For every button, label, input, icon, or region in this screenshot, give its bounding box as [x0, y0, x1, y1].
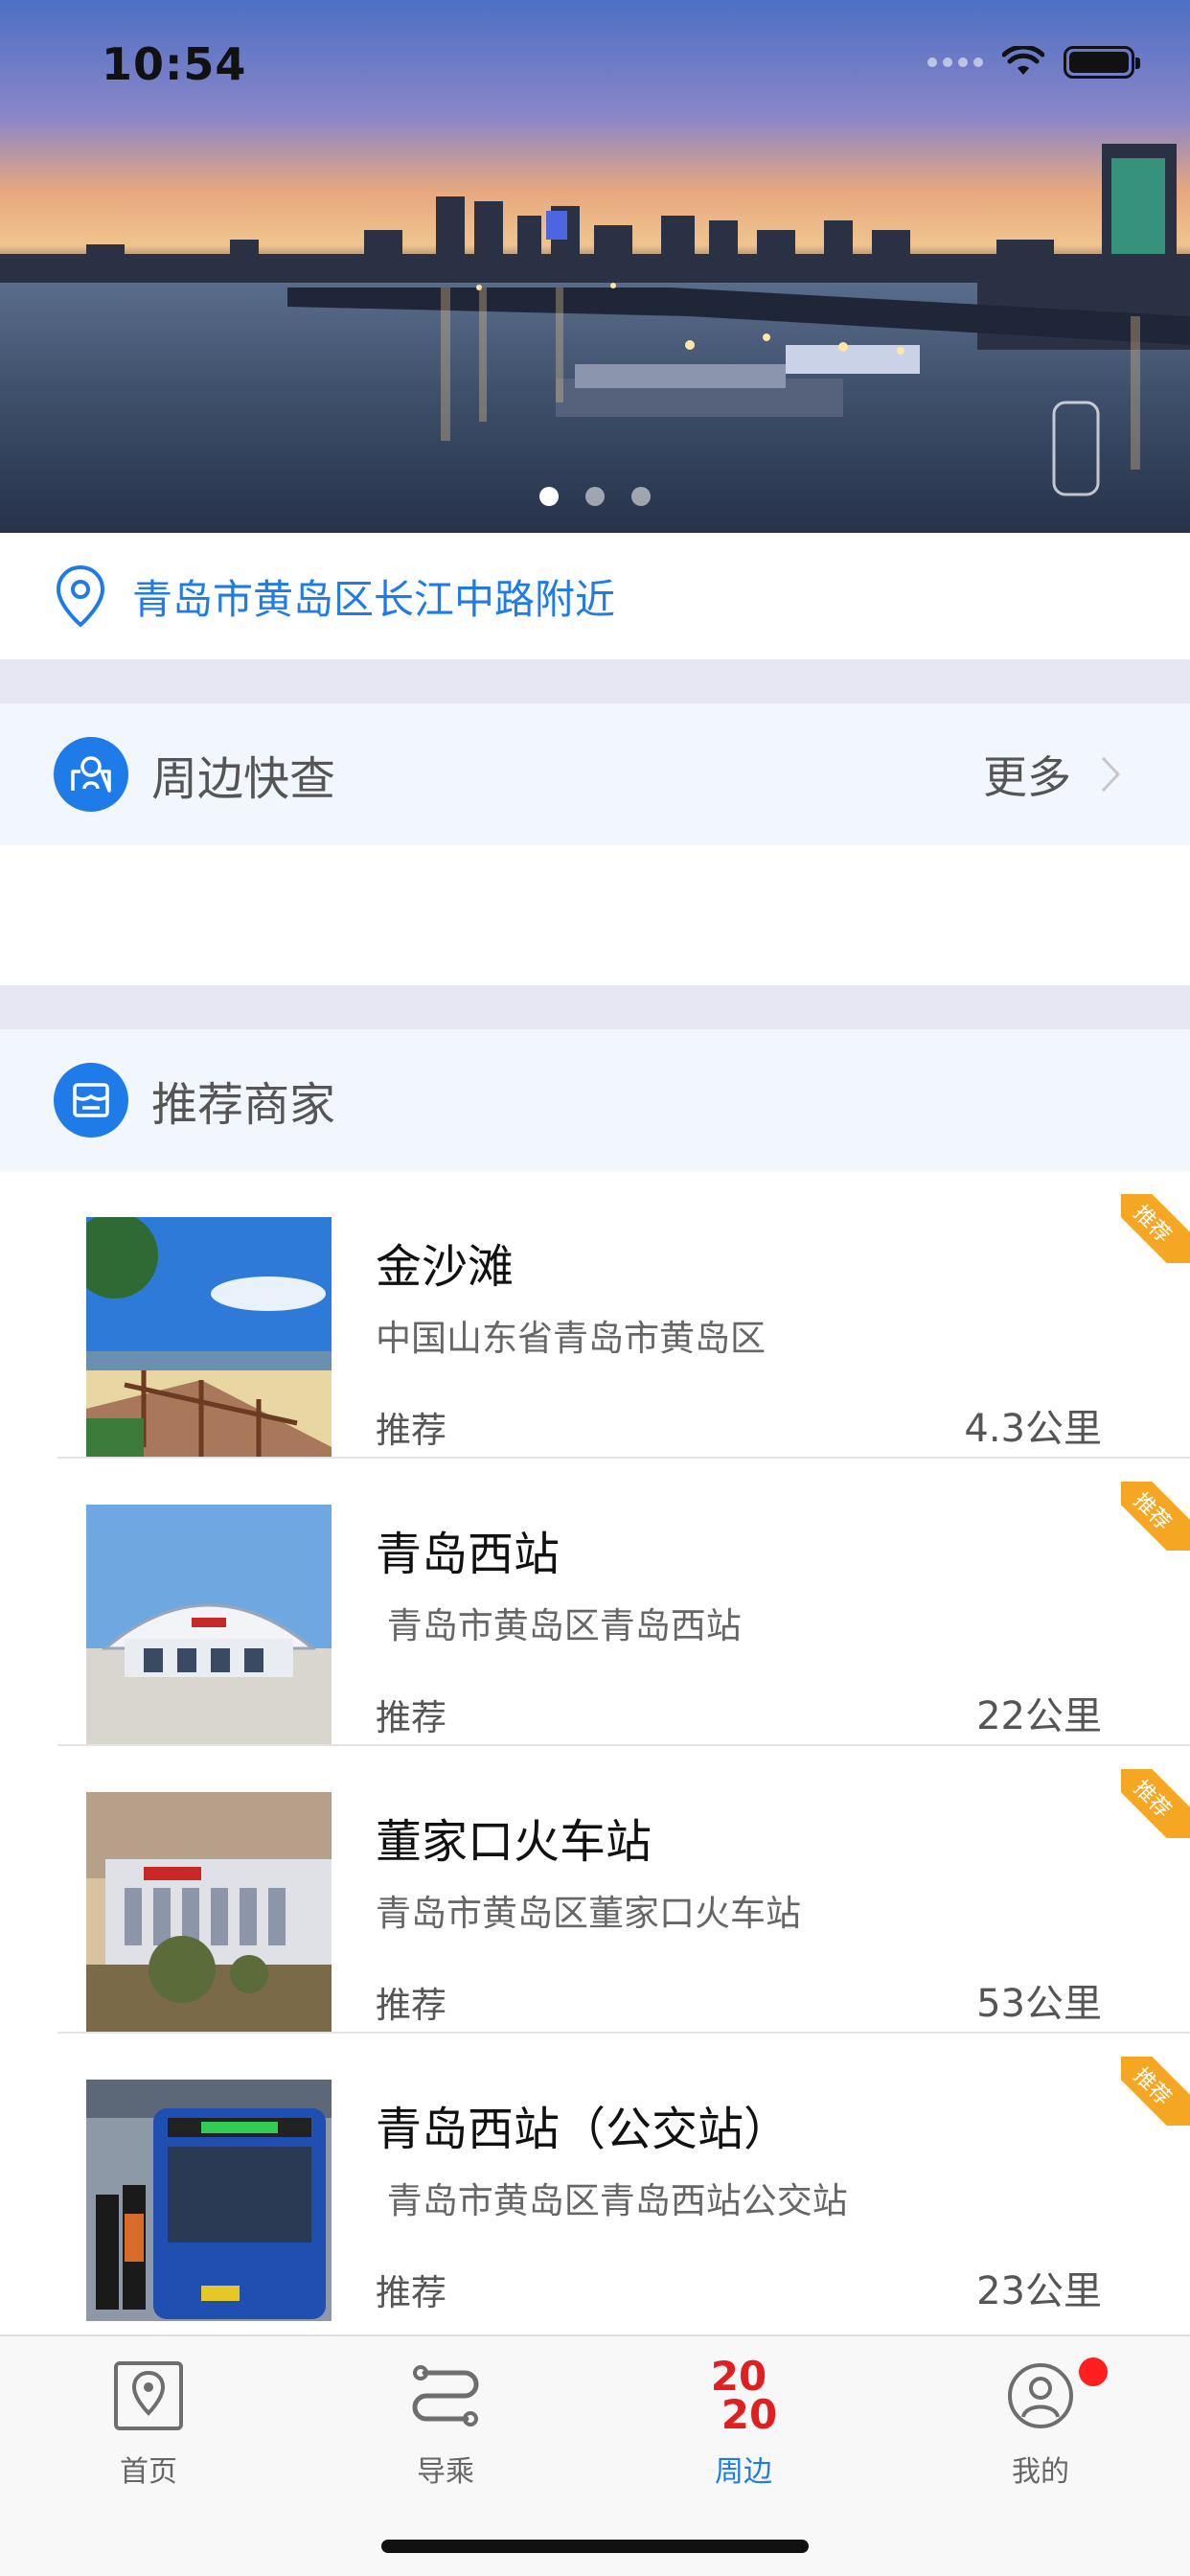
more-label: 更多	[983, 751, 1071, 803]
recommend-ribbon: 推荐	[1121, 1194, 1190, 1263]
merchant-tag: 推荐	[376, 1410, 446, 1451]
page-dot-2[interactable]	[585, 487, 605, 506]
home-indicator[interactable]	[381, 2540, 809, 2553]
logo-2020-bottom: 20	[721, 2391, 778, 2438]
map-search-icon	[54, 737, 128, 812]
merchant-item[interactable]: 金沙滩 中国山东省青岛市黄岛区 推荐 4.3公里 推荐	[0, 1171, 1190, 1459]
merchant-item[interactable]: 董家口火车站 青岛市黄岛区董家口火车站 推荐 53公里 推荐	[0, 1746, 1190, 2034]
merchant-tag: 推荐	[376, 1697, 446, 1738]
logo-2020-top: 20	[710, 2353, 767, 2400]
recommend-ribbon-label: 推荐	[1128, 1776, 1176, 1824]
merchant-distance: 53公里	[976, 1982, 1102, 2026]
merchant-address: 中国山东省青岛市黄岛区	[376, 1318, 766, 1359]
user-avatar-icon	[1000, 2356, 1108, 2436]
recommend-ribbon-label: 推荐	[1128, 2063, 1176, 2111]
merchant-distance: 23公里	[976, 2269, 1102, 2313]
merchant-name: 董家口火车站	[376, 1815, 652, 1869]
merchant-name: 青岛西站	[376, 1528, 561, 1581]
page-dot-1[interactable]	[539, 487, 559, 506]
merchant-photo-train-station	[86, 1792, 332, 2034]
battery-icon	[1064, 46, 1140, 79]
recommend-ribbon-label: 推荐	[1128, 1201, 1176, 1249]
tab-home[interactable]: 首页	[53, 2356, 244, 2490]
tab-guide[interactable]: 导乘	[350, 2356, 541, 2490]
recommend-ribbon: 推荐	[1121, 1769, 1190, 1838]
tab-mine-label: 我的	[1012, 2455, 1069, 2489]
tab-nearby[interactable]: 20 20 周边	[648, 2356, 839, 2490]
merchant-distance: 22公里	[976, 1694, 1102, 1738]
tab-nearby-label: 周边	[715, 2455, 772, 2489]
more-link[interactable]: 更多	[983, 743, 1121, 806]
location-pin-icon	[56, 564, 105, 628]
recommend-ribbon: 推荐	[1121, 1482, 1190, 1551]
home-map-icon	[108, 2356, 189, 2436]
cellular-signal-icon	[927, 58, 983, 67]
merchant-distance: 4.3公里	[964, 1407, 1102, 1451]
tab-bar: 首页 导乘 20 20 周边 我的	[0, 2334, 1190, 2576]
recommend-ribbon-label: 推荐	[1128, 1488, 1176, 1536]
location-text: 青岛市黄岛区长江中路附近	[132, 575, 616, 623]
route-icon	[405, 2356, 486, 2436]
nearby-2020-logo-icon: 20 20	[703, 2356, 784, 2436]
merchant-address: 青岛市黄岛区青岛西站	[376, 1605, 742, 1646]
status-time: 10:54	[102, 38, 247, 90]
merchant-photo-bus	[86, 2080, 332, 2321]
merchants-title: 推荐商家	[151, 1078, 336, 1132]
chevron-right-icon	[1101, 756, 1121, 793]
wifi-icon	[1002, 46, 1044, 75]
banner-carousel[interactable]: 10:54	[0, 0, 1190, 533]
recommend-ribbon: 推荐	[1121, 2057, 1190, 2126]
merchant-item[interactable]: 青岛西站 青岛市黄岛区青岛西站 推荐 22公里 推荐	[0, 1459, 1190, 1746]
merchant-item[interactable]: 青岛西站（公交站） 青岛市黄岛区青岛西站公交站 推荐 23公里 推荐	[0, 2034, 1190, 2321]
section-divider	[0, 659, 1190, 703]
merchant-list: 金沙滩 中国山东省青岛市黄岛区 推荐 4.3公里 推荐 青岛西站 青岛市黄岛区青…	[0, 1171, 1190, 2321]
banner-page-indicator[interactable]	[0, 487, 1190, 506]
merchant-name: 青岛西站（公交站）	[376, 2103, 790, 2156]
section-divider	[0, 985, 1190, 1029]
page-dot-3[interactable]	[631, 487, 651, 506]
tab-mine[interactable]: 我的	[945, 2356, 1136, 2490]
tab-guide-label: 导乘	[417, 2455, 474, 2489]
status-indicators	[927, 46, 1140, 79]
merchant-tag: 推荐	[376, 2272, 446, 2313]
merchant-tag: 推荐	[376, 1985, 446, 2026]
quick-search-header: 周边快查 更多	[0, 703, 1190, 845]
tab-home-label: 首页	[120, 2455, 177, 2489]
notification-badge	[1079, 2358, 1108, 2386]
quick-search-content	[0, 845, 1190, 985]
merchant-photo-station	[86, 1505, 332, 1746]
merchant-address: 青岛市黄岛区董家口火车站	[376, 1893, 801, 1934]
merchant-name: 金沙滩	[376, 1240, 515, 1294]
store-icon	[54, 1063, 128, 1138]
current-location-row[interactable]: 青岛市黄岛区长江中路附近	[0, 533, 1190, 659]
merchant-address: 青岛市黄岛区青岛西站公交站	[376, 2180, 848, 2221]
quick-search-title: 周边快查	[151, 752, 336, 806]
merchant-photo-beach	[86, 1217, 332, 1459]
merchants-header: 推荐商家	[0, 1029, 1190, 1171]
